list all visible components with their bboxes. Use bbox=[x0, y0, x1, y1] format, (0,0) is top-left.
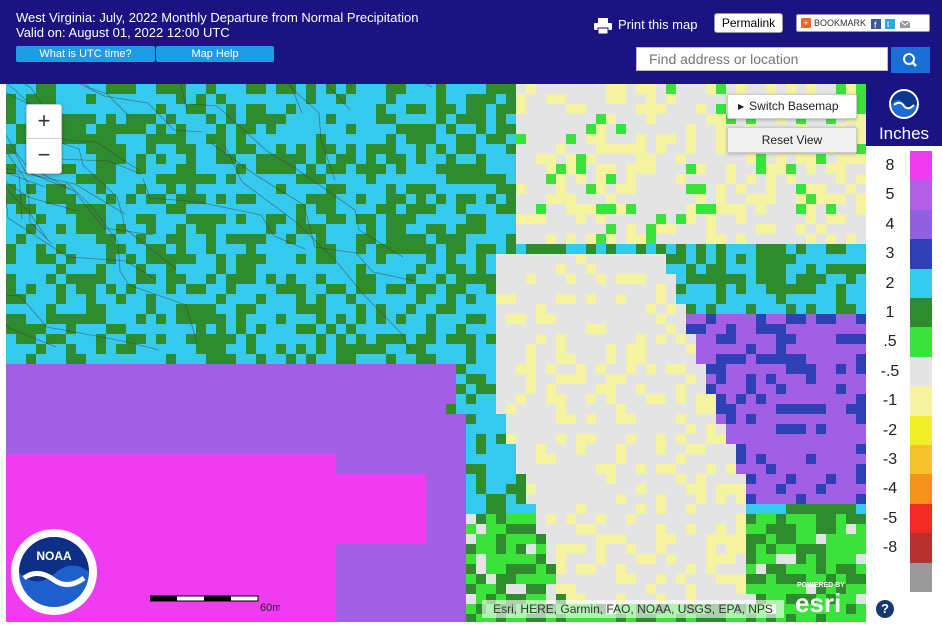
legend-swatch bbox=[910, 415, 932, 446]
legend: Inches 8 5 4 3 2 1 .5 -.5 -1 -2 -3 -4 -5 -8 bbox=[866, 84, 942, 622]
header-bar: West Virginia: July, 2022 Monthly Depart… bbox=[0, 0, 942, 84]
legend-swatch bbox=[910, 356, 932, 387]
precipitation-map[interactable] bbox=[6, 84, 866, 622]
legend-label: -1 bbox=[882, 392, 898, 410]
legend-label: -.5 bbox=[880, 362, 900, 380]
legend-label: 2 bbox=[885, 274, 895, 292]
legend-swatch bbox=[910, 445, 932, 475]
legend-label: 1 bbox=[885, 304, 895, 321]
legend-swatch bbox=[910, 239, 932, 270]
permalink-button[interactable]: Permalink bbox=[714, 13, 783, 33]
legend-label: 4 bbox=[885, 215, 895, 233]
zoom-in-button[interactable]: + bbox=[27, 105, 61, 139]
noaa-text: NOAA bbox=[36, 549, 72, 563]
plus-icon: + bbox=[801, 18, 811, 28]
search-button[interactable] bbox=[891, 47, 930, 73]
legend-swatch bbox=[910, 327, 932, 358]
legend-label: -3 bbox=[882, 451, 898, 468]
legend-swatch bbox=[910, 503, 932, 534]
reset-view-button[interactable]: Reset View bbox=[727, 127, 857, 153]
legend-swatch bbox=[910, 180, 932, 211]
noaa-logo-icon bbox=[889, 89, 919, 119]
legend-swatch bbox=[910, 533, 932, 564]
email-icon bbox=[899, 20, 910, 28]
printer-icon bbox=[594, 17, 612, 34]
legend-label: 8 bbox=[885, 157, 895, 174]
legend-swatch bbox=[910, 562, 932, 593]
print-label: Print this map bbox=[618, 17, 698, 32]
triangle-right-icon: ▶ bbox=[738, 102, 745, 112]
esri-text: esri bbox=[795, 588, 841, 616]
twitter-icon: t bbox=[885, 18, 896, 29]
legend-swatch bbox=[910, 268, 932, 299]
legend-label: .5 bbox=[883, 333, 897, 351]
legend-swatch bbox=[910, 474, 932, 505]
legend-label: -5 bbox=[882, 509, 898, 527]
legend-swatch bbox=[910, 386, 932, 417]
switch-basemap-label: Switch Basemap bbox=[749, 99, 839, 113]
legend-swatch bbox=[910, 209, 932, 240]
legend-swatch bbox=[910, 298, 932, 328]
valid-date: Valid on: August 01, 2022 12:00 UTC bbox=[16, 25, 230, 40]
help-icon[interactable]: ? bbox=[876, 600, 894, 618]
bookmark-button[interactable]: + BOOKMARK f t bbox=[796, 14, 930, 32]
zoom-control: + − bbox=[26, 104, 62, 174]
print-map-button[interactable]: Print this map bbox=[594, 14, 697, 36]
legend-label: -4 bbox=[882, 480, 898, 498]
legend-swatch bbox=[910, 151, 932, 181]
zoom-out-button[interactable]: − bbox=[27, 139, 61, 173]
utc-time-button[interactable]: What is UTC time? bbox=[16, 46, 155, 62]
switch-basemap-button[interactable]: ▶ Switch Basemap bbox=[727, 94, 857, 119]
scale-label: 60mi bbox=[260, 602, 280, 614]
legend-label: -2 bbox=[882, 421, 898, 439]
search-input[interactable] bbox=[636, 47, 888, 71]
precipitation-raster bbox=[6, 84, 866, 622]
facebook-icon: f bbox=[870, 18, 881, 29]
legend-label: 3 bbox=[885, 245, 895, 263]
search-icon bbox=[903, 53, 917, 67]
legend-header: Inches bbox=[866, 84, 942, 146]
esri-logo: POWERED BY esri bbox=[795, 582, 845, 616]
map-attribution: Esri, HERE, Garmin, FAO, NOAA, USGS, EPA… bbox=[482, 600, 784, 618]
legend-unit: Inches bbox=[878, 124, 930, 143]
legend-label: -8 bbox=[882, 539, 898, 557]
noaa-logo: NOAA bbox=[11, 529, 97, 615]
bookmark-label: BOOKMARK bbox=[814, 18, 867, 28]
legend-label: 5 bbox=[885, 186, 895, 204]
scale-bar: 60mi bbox=[149, 594, 284, 614]
map-title: West Virginia: July, 2022 Monthly Depart… bbox=[16, 10, 419, 25]
map-help-button[interactable]: Map Help bbox=[156, 46, 274, 62]
scale-bar-graphic: 60mi bbox=[149, 595, 284, 614]
